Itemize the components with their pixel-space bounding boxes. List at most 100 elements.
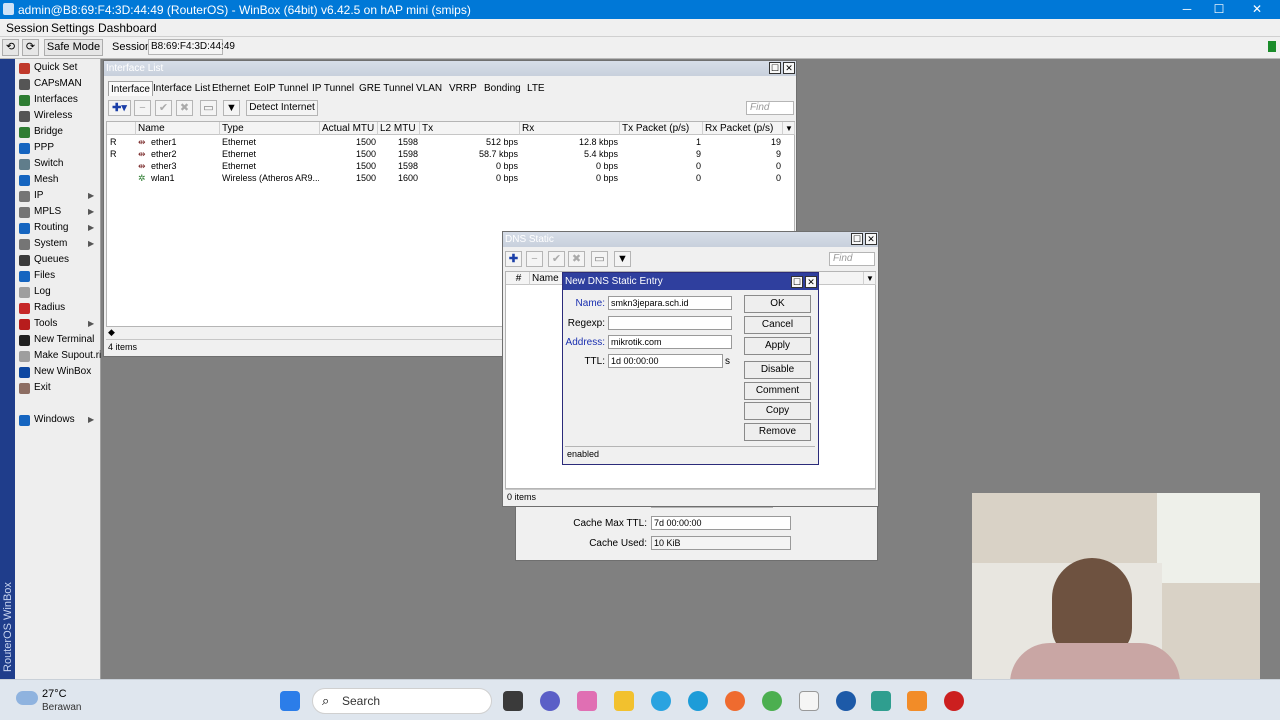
tab-interface-list[interactable]: Interface List	[153, 81, 210, 96]
comment-button[interactable]: ▭	[591, 251, 608, 267]
vlc-icon[interactable]	[907, 691, 927, 711]
tab-bonding[interactable]: Bonding	[484, 81, 521, 96]
sidebar-item-tools[interactable]: Tools ▶	[15, 316, 99, 332]
column-menu-icon[interactable]: ▼	[783, 122, 795, 135]
ok-button[interactable]: OK	[744, 295, 811, 313]
remove-button[interactable]: Remove	[744, 423, 811, 441]
col-l2-mtu[interactable]: L2 MTU	[378, 122, 420, 135]
telegram-icon[interactable]	[651, 691, 671, 711]
tab-gre-tunnel[interactable]: GRE Tunnel	[359, 81, 413, 96]
sidebar-item-make-supout-rif[interactable]: Make Supout.rif	[15, 348, 104, 364]
chrome-icon[interactable]	[762, 691, 782, 711]
interface-list-titlebar[interactable]: Interface List	[104, 61, 796, 76]
taskbar-search-box[interactable]: ⌕ Search	[312, 688, 492, 714]
menu-dashboard[interactable]: Dashboard	[98, 21, 157, 35]
app-icon[interactable]	[871, 691, 891, 711]
weather-desc[interactable]: Berawan	[42, 702, 81, 713]
col-flag[interactable]	[107, 122, 136, 135]
cancel-button[interactable]: Cancel	[744, 316, 811, 334]
filter-button[interactable]: ▼	[223, 100, 240, 116]
sidebar-item-files[interactable]: Files	[15, 268, 99, 284]
record-icon[interactable]	[944, 691, 964, 711]
dialog-titlebar[interactable]: New DNS Static Entry	[563, 273, 818, 290]
add-dropdown-button[interactable]: ✚▾	[108, 100, 131, 116]
undo-button[interactable]: ⟲	[2, 39, 19, 56]
find-input[interactable]: Find	[746, 101, 794, 115]
find-input[interactable]: Find	[829, 252, 875, 266]
sidebar-item-interfaces[interactable]: Interfaces	[15, 92, 99, 108]
close-window-button[interactable]: ✕	[865, 233, 877, 245]
firefox-icon[interactable]	[725, 691, 745, 711]
sidebar-item-bridge[interactable]: Bridge	[15, 124, 99, 140]
copy-button[interactable]: Copy	[744, 402, 811, 420]
tab-interface[interactable]: Interface	[108, 81, 153, 96]
regexp-field[interactable]	[608, 316, 732, 330]
col-rx[interactable]: Rx	[520, 122, 620, 135]
col-tx[interactable]: Tx	[420, 122, 520, 135]
add-icon[interactable]: ✚	[505, 251, 522, 267]
col-name[interactable]: Name	[136, 122, 220, 135]
close-window-button[interactable]: ✕	[805, 276, 817, 288]
sidebar-item-exit[interactable]: Exit	[15, 380, 99, 396]
table-row[interactable]: ⇹ ether3 Ethernet 1500 1598 0 bps 0 bps 0 0	[107, 160, 783, 172]
weather-temp[interactable]: 27°C	[42, 688, 67, 700]
column-menu-icon[interactable]: ▼	[864, 272, 876, 285]
sidebar-item-queues[interactable]: Queues	[15, 252, 99, 268]
detect-internet-button[interactable]: Detect Internet	[246, 100, 318, 116]
notepad-icon[interactable]	[799, 691, 819, 711]
maximize-window-button[interactable]: ☐	[769, 62, 781, 74]
address-field[interactable]: mikrotik.com	[608, 335, 732, 349]
tab-ethernet[interactable]: Ethernet	[212, 81, 250, 96]
task-view-icon[interactable]	[503, 691, 523, 711]
comment-button[interactable]: Comment	[744, 382, 811, 400]
sidebar-item-switch[interactable]: Switch	[15, 156, 99, 172]
sidebar-item-new-terminal[interactable]: New Terminal	[15, 332, 99, 348]
sidebar-item-system[interactable]: System ▶	[15, 236, 99, 252]
scroll-left-icon[interactable]: ◆	[108, 327, 115, 338]
filter-button[interactable]: ▼	[614, 251, 631, 267]
redo-button[interactable]: ⟳	[22, 39, 39, 56]
comment-button[interactable]: ▭	[200, 100, 217, 116]
sidebar-item-quick-set[interactable]: Quick Set	[15, 60, 99, 76]
remove-button[interactable]: −	[526, 251, 543, 267]
copilot-icon[interactable]	[577, 691, 597, 711]
tab-lte[interactable]: LTE	[527, 81, 545, 96]
sidebar-item-mesh[interactable]: Mesh	[15, 172, 99, 188]
maximize-window-button[interactable]: ☐	[791, 276, 803, 288]
disable-button[interactable]: ✖	[568, 251, 585, 267]
apply-button[interactable]: Apply	[744, 337, 811, 355]
tab-eoip-tunnel[interactable]: EoIP Tunnel	[254, 81, 308, 96]
edge-icon[interactable]	[688, 691, 708, 711]
sidebar-item-mpls[interactable]: MPLS ▶	[15, 204, 99, 220]
menu-settings[interactable]: Settings	[51, 21, 94, 35]
col-hash[interactable]: #	[506, 272, 530, 285]
sidebar-item-wireless[interactable]: Wireless	[15, 108, 99, 124]
table-row[interactable]: ⇹ Rether1 Ethernet 1500 1598 512 bps 12.8 kbps…	[107, 136, 783, 148]
enable-button[interactable]: ✔	[155, 100, 172, 116]
winbox-taskbar-icon[interactable]	[836, 691, 856, 711]
sidebar-item-routing[interactable]: Routing ▶	[15, 220, 99, 236]
name-field[interactable]: smkn3jepara.sch.id	[608, 296, 732, 310]
start-icon[interactable]	[280, 691, 300, 711]
col-tx-packet[interactable]: Tx Packet (p/s)	[620, 122, 703, 135]
tab-ip-tunnel[interactable]: IP Tunnel	[312, 81, 354, 96]
enable-button[interactable]: ✔	[548, 251, 565, 267]
close-button[interactable]: ✕	[1234, 0, 1280, 19]
table-row[interactable]: ⇹ Rether2 Ethernet 1500 1598 58.7 kbps 5.4 kbp…	[107, 148, 783, 160]
ttl-field[interactable]: 1d 00:00:00	[608, 354, 723, 368]
sidebar-item-capsman[interactable]: CAPsMAN	[15, 76, 99, 92]
sidebar-item-windows[interactable]: Windows ▶	[15, 412, 99, 428]
sidebar-item-radius[interactable]: Radius	[15, 300, 99, 316]
disable-button[interactable]: ✖	[176, 100, 193, 116]
sidebar-item-ppp[interactable]: PPP	[15, 140, 99, 156]
file-explorer-icon[interactable]	[614, 691, 634, 711]
close-window-button[interactable]: ✕	[783, 62, 795, 74]
sidebar-item-new-winbox[interactable]: New WinBox	[15, 364, 99, 380]
table-row[interactable]: ✲ wlan1 Wireless (Atheros AR9... 1500 1600 0 …	[107, 172, 783, 184]
col-rx-packet[interactable]: Rx Packet (p/s)	[703, 122, 783, 135]
safe-mode-button[interactable]: Safe Mode	[44, 39, 103, 56]
cache-max-ttl-field[interactable]: 7d 00:00:00	[651, 516, 791, 530]
col-type[interactable]: Type	[220, 122, 320, 135]
col-actual-mtu[interactable]: Actual MTU	[320, 122, 378, 135]
remove-button[interactable]: −	[134, 100, 151, 116]
